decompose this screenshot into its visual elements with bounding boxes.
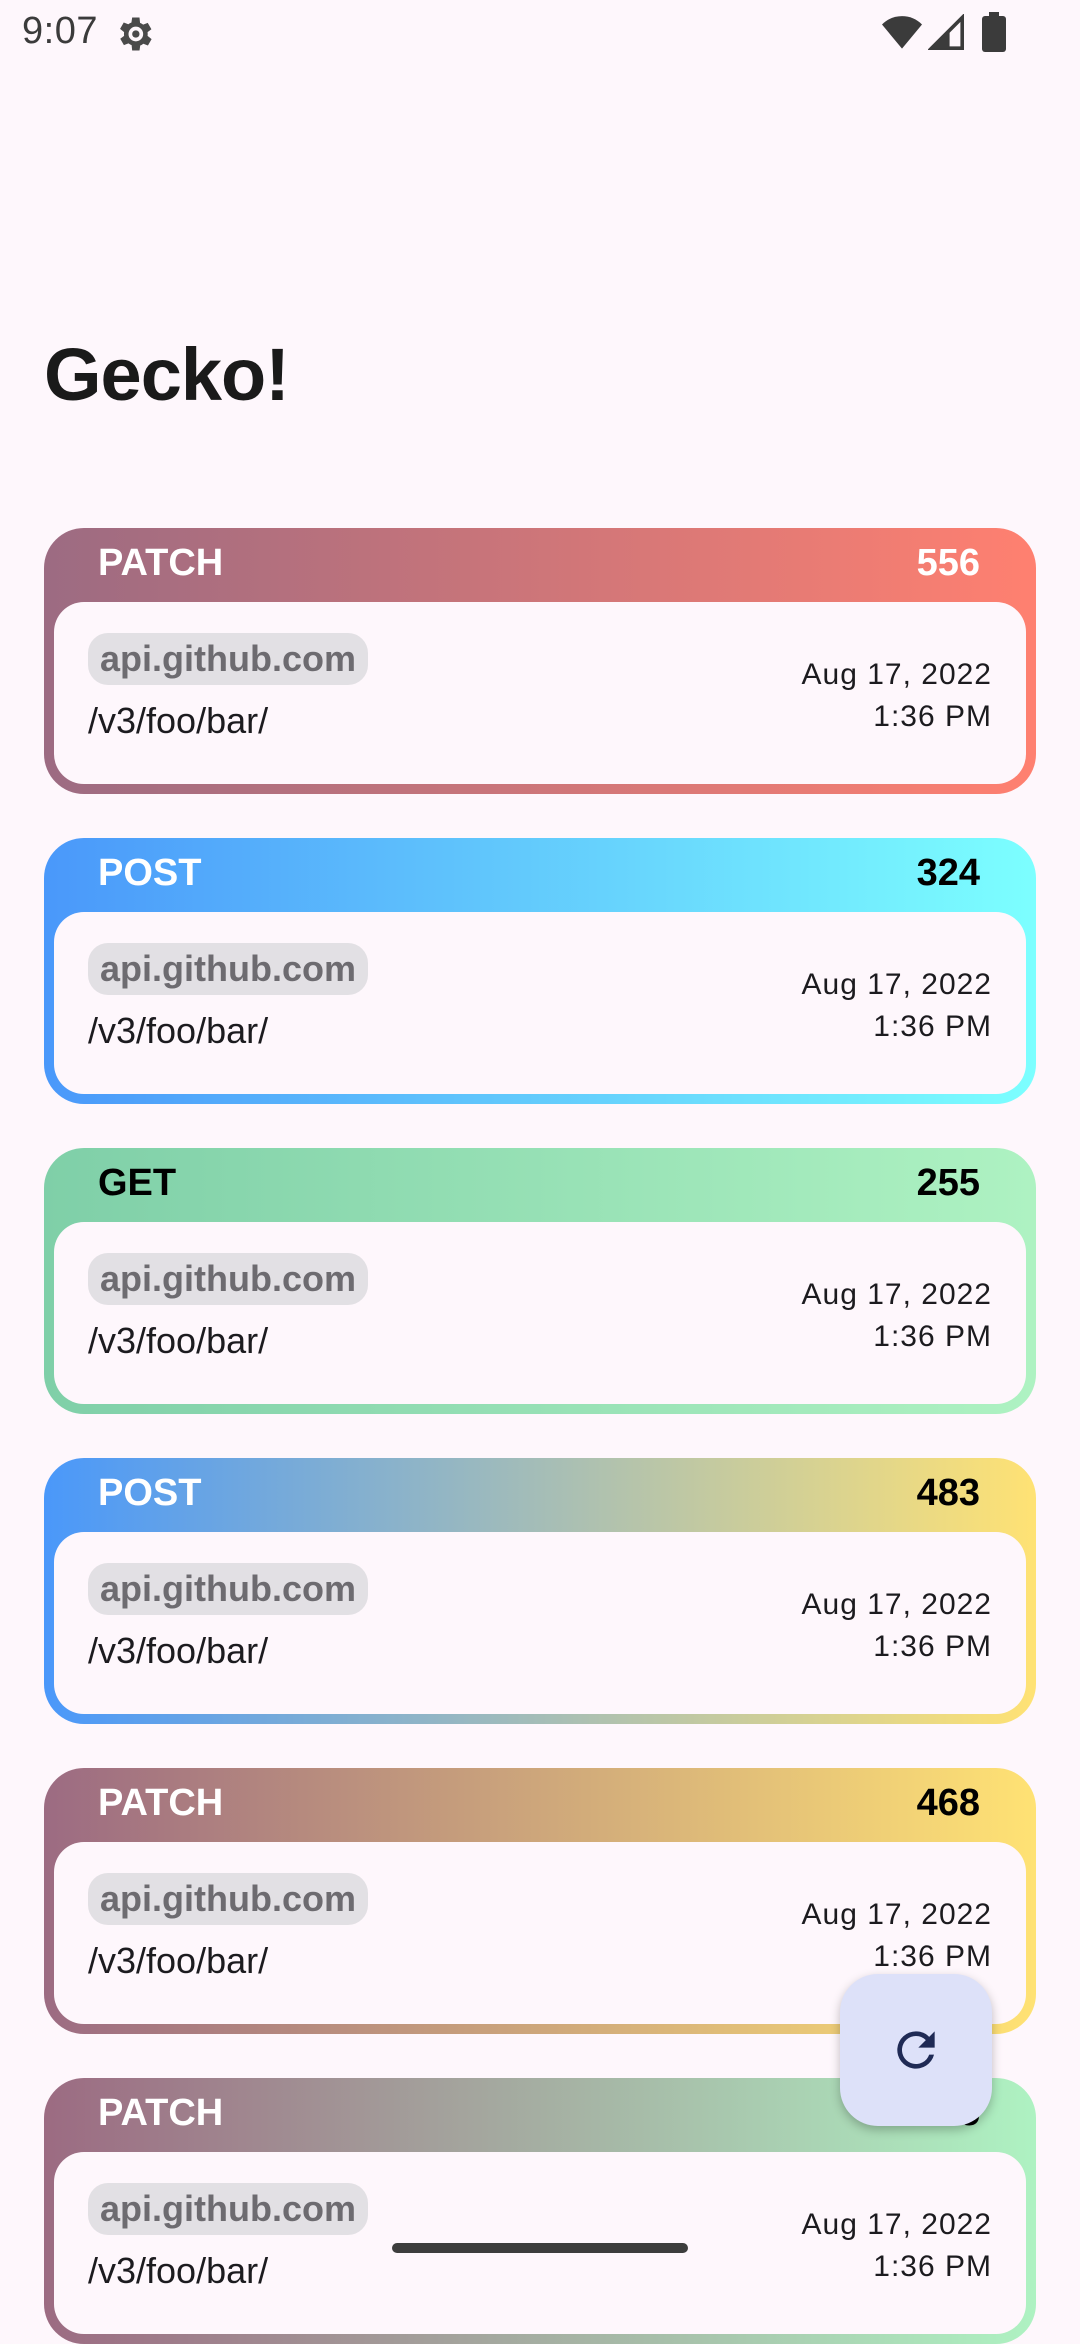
card-body: api.github.com /v3/foo/bar/ Aug 17, 2022… [54,912,1026,1094]
request-time: 1:36 PM [873,700,992,733]
request-time: 1:36 PM [873,1630,992,1663]
card-header: PATCH 468 [44,1768,1036,1842]
request-date: Aug 17, 2022 [801,1278,992,1311]
request-count: 556 [916,542,980,584]
wifi-icon [882,16,922,49]
refresh-button[interactable] [840,1974,992,2126]
card-header: POST 483 [44,1458,1036,1532]
card-header: PATCH 556 [44,528,1036,602]
request-time: 1:36 PM [873,1940,992,1973]
host-chip: api.github.com [88,2183,368,2235]
page-title: Gecko! [44,333,290,416]
request-method: GET [98,1162,177,1204]
status-bar: 9:07 [0,0,1080,66]
card-body: api.github.com /v3/foo/bar/ Aug 17, 2022… [54,1532,1026,1714]
request-count: 483 [916,1472,980,1514]
request-path: /v3/foo/bar/ [88,1320,269,1361]
signal-icon [928,14,964,50]
card-body: api.github.com /v3/foo/bar/ Aug 17, 2022… [54,602,1026,784]
request-count: 324 [916,852,980,894]
host-chip: api.github.com [88,633,368,685]
request-date: Aug 17, 2022 [801,658,992,691]
host-chip: api.github.com [88,943,368,995]
gear-icon [120,17,152,51]
request-time: 1:36 PM [873,2250,992,2283]
request-path: /v3/foo/bar/ [88,1010,269,1051]
request-method: PATCH [98,2092,224,2134]
request-count: 255 [916,1162,980,1204]
card-header: GET 255 [44,1148,1036,1222]
request-method: POST [98,852,202,894]
request-path: /v3/foo/bar/ [88,2250,269,2291]
host-chip: api.github.com [88,1563,368,1615]
refresh-icon [897,2031,935,2069]
request-date: Aug 17, 2022 [801,968,992,1001]
request-method: PATCH [98,1782,224,1824]
request-date: Aug 17, 2022 [801,1898,992,1931]
battery-icon [982,12,1006,52]
request-path: /v3/foo/bar/ [88,700,269,741]
request-timestamp: Aug 17, 2022 1:36 PM [802,2204,993,2288]
request-timestamp: Aug 17, 2022 1:36 PM [802,1584,993,1668]
request-timestamp: Aug 17, 2022 1:36 PM [802,654,993,738]
request-time: 1:36 PM [873,1320,992,1353]
request-timestamp: Aug 17, 2022 1:36 PM [802,1274,993,1358]
request-card[interactable]: GET 255 api.github.com /v3/foo/bar/ Aug … [44,1148,1036,1414]
request-path: /v3/foo/bar/ [88,1630,269,1671]
request-timestamp: Aug 17, 2022 1:36 PM [802,964,993,1048]
request-card[interactable]: POST 324 api.github.com /v3/foo/bar/ Aug… [44,838,1036,1104]
gesture-nav-handle[interactable] [392,2243,688,2253]
card-header: POST 324 [44,838,1036,912]
host-chip: api.github.com [88,1873,368,1925]
request-method: PATCH [98,542,224,584]
status-time: 9:07 [22,10,98,52]
request-date: Aug 17, 2022 [801,1588,992,1621]
request-card[interactable]: POST 483 api.github.com /v3/foo/bar/ Aug… [44,1458,1036,1724]
request-path: /v3/foo/bar/ [88,1940,269,1981]
request-card[interactable]: PATCH 556 api.github.com /v3/foo/bar/ Au… [44,528,1036,794]
request-method: POST [98,1472,202,1514]
request-time: 1:36 PM [873,1010,992,1043]
request-timestamp: Aug 17, 2022 1:36 PM [802,1894,993,1978]
host-chip: api.github.com [88,1253,368,1305]
card-body: api.github.com /v3/foo/bar/ Aug 17, 2022… [54,1222,1026,1404]
request-count: 468 [916,1782,980,1824]
request-date: Aug 17, 2022 [801,2208,992,2241]
